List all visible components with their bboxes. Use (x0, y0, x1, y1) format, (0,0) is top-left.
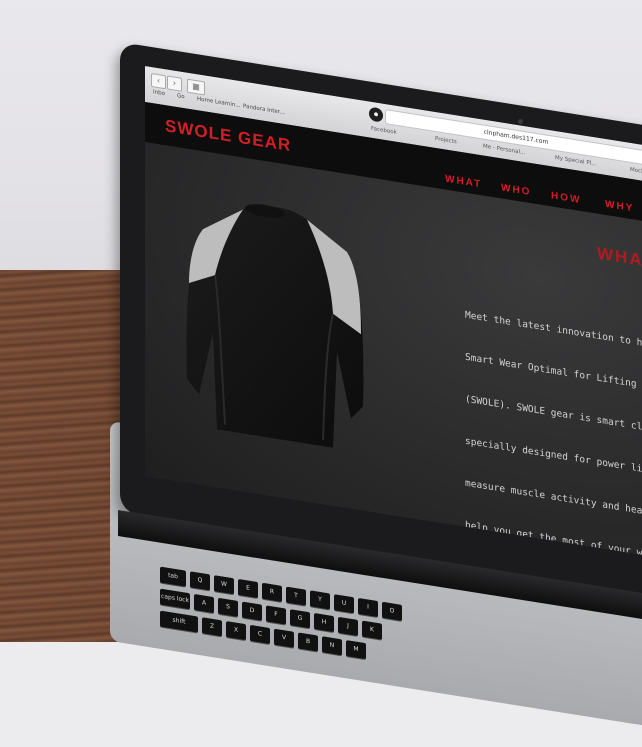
key[interactable]: S (218, 597, 238, 617)
key[interactable]: Y (310, 590, 330, 610)
bookmark-item[interactable]: Home Learnin... (197, 96, 241, 109)
key-shift[interactable]: shift (160, 610, 198, 633)
key[interactable]: W (214, 575, 234, 595)
key[interactable]: I (358, 597, 378, 618)
key[interactable]: K (362, 620, 382, 640)
nav-item-who[interactable]: WHO (501, 182, 531, 198)
webcam-icon (518, 119, 523, 124)
key[interactable]: Q (190, 571, 210, 591)
bookmark-item[interactable]: Pandora Inter... (243, 104, 285, 117)
bookmark-item[interactable]: Go (177, 93, 185, 100)
key[interactable]: Z (202, 617, 222, 637)
key[interactable]: H (314, 612, 334, 633)
forward-button[interactable]: › (167, 75, 182, 92)
sidebar-toggle-icon[interactable]: ▦ (187, 78, 205, 96)
site-favicon-icon: ● (369, 106, 383, 123)
key[interactable]: V (274, 628, 294, 648)
section-title: WHAT (597, 243, 642, 272)
key-caps-lock[interactable]: caps lock (160, 588, 190, 610)
brand-logo[interactable]: SWOLE GEAR (165, 116, 291, 156)
key[interactable]: A (194, 593, 214, 614)
bookmark-item[interactable]: Inbo (153, 89, 165, 97)
key[interactable]: C (250, 624, 270, 645)
key[interactable]: X (226, 621, 246, 641)
key[interactable]: T (286, 586, 306, 606)
key[interactable]: R (262, 582, 282, 602)
key[interactable]: U (334, 594, 354, 614)
key[interactable]: O (382, 601, 402, 621)
key[interactable]: G (290, 609, 310, 629)
back-button[interactable]: ‹ (151, 72, 166, 90)
key[interactable]: F (266, 605, 286, 625)
key[interactable]: B (298, 632, 318, 652)
nav-item-how[interactable]: HOW (551, 190, 581, 206)
key[interactable]: E (238, 578, 258, 599)
key[interactable]: N (322, 636, 342, 656)
product-shirt-image (186, 204, 364, 448)
key[interactable]: M (346, 640, 366, 660)
nav-item-why[interactable]: WHY (605, 199, 634, 215)
nav-item-what[interactable]: WHAT (445, 174, 482, 191)
key[interactable]: D (242, 601, 262, 621)
laptop: ‹ › ▦ ● clnpham.des117.com Inbo Go Home … (0, 0, 642, 740)
key[interactable]: J (338, 616, 358, 636)
key-tab[interactable]: tab (160, 566, 186, 587)
intro-paragraph: Meet the latest innovation to hit th Sma… (465, 281, 642, 565)
